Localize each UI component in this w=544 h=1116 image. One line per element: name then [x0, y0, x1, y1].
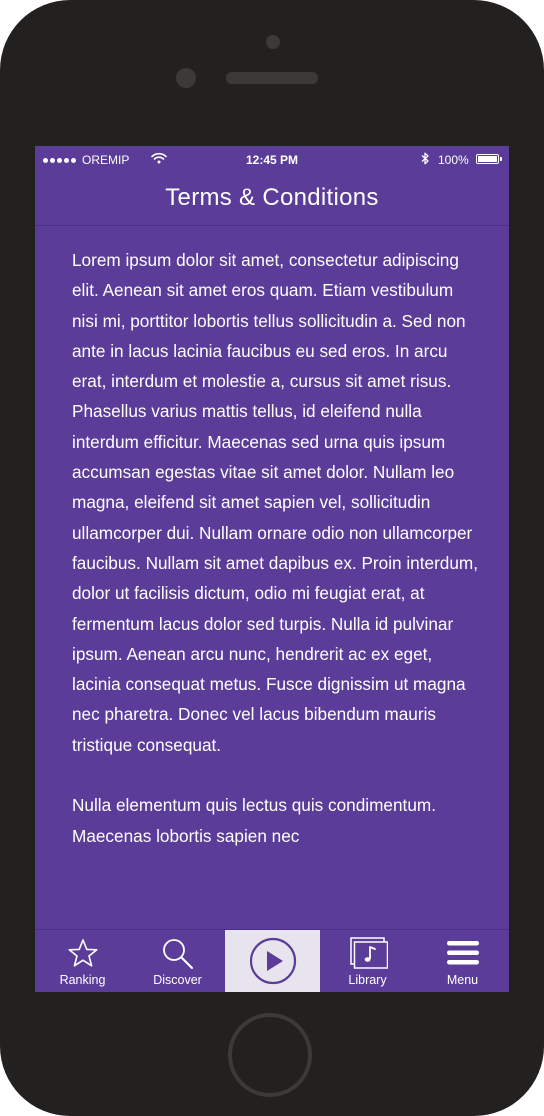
battery-icon — [476, 154, 502, 164]
bluetooth-icon — [421, 152, 430, 168]
navigation-bar: Terms & Conditions — [35, 174, 509, 226]
tab-label: Library — [348, 973, 387, 987]
page-title: Terms & Conditions — [165, 184, 379, 211]
tab-label: Menu — [446, 973, 479, 987]
tab-label: Ranking — [59, 973, 106, 987]
earpiece-speaker — [226, 72, 318, 84]
front-camera — [266, 35, 280, 49]
terms-paragraph: Nulla elementum quis lectus quis condime… — [72, 795, 436, 846]
tab-bar: Ranking Discover Library Menu — [35, 929, 509, 992]
app-screen: OREMIP 12:45 PM 100% Terms & Conditions — [35, 146, 509, 992]
music-library-icon — [320, 937, 415, 969]
home-button[interactable] — [228, 1013, 312, 1097]
tab-ranking[interactable]: Ranking — [35, 930, 130, 992]
proximity-sensor — [176, 68, 196, 88]
hamburger-menu-icon — [415, 937, 509, 969]
tab-library[interactable]: Library — [320, 930, 415, 992]
tab-menu[interactable]: Menu — [415, 930, 509, 992]
search-icon — [130, 937, 225, 969]
star-icon — [35, 937, 130, 969]
terms-paragraph: Lorem ipsum dolor sit amet, consectetur … — [72, 250, 479, 755]
battery-percentage: 100% — [438, 153, 469, 167]
status-bar: OREMIP 12:45 PM 100% — [35, 146, 509, 174]
phone-frame: OREMIP 12:45 PM 100% Terms & Conditions — [0, 0, 544, 1116]
tab-play[interactable] — [225, 930, 320, 992]
terms-content: Lorem ipsum dolor sit amet, consectetur … — [72, 245, 482, 881]
tab-discover[interactable]: Discover — [130, 930, 225, 992]
play-icon — [225, 936, 320, 986]
tab-label: Discover — [153, 973, 202, 987]
